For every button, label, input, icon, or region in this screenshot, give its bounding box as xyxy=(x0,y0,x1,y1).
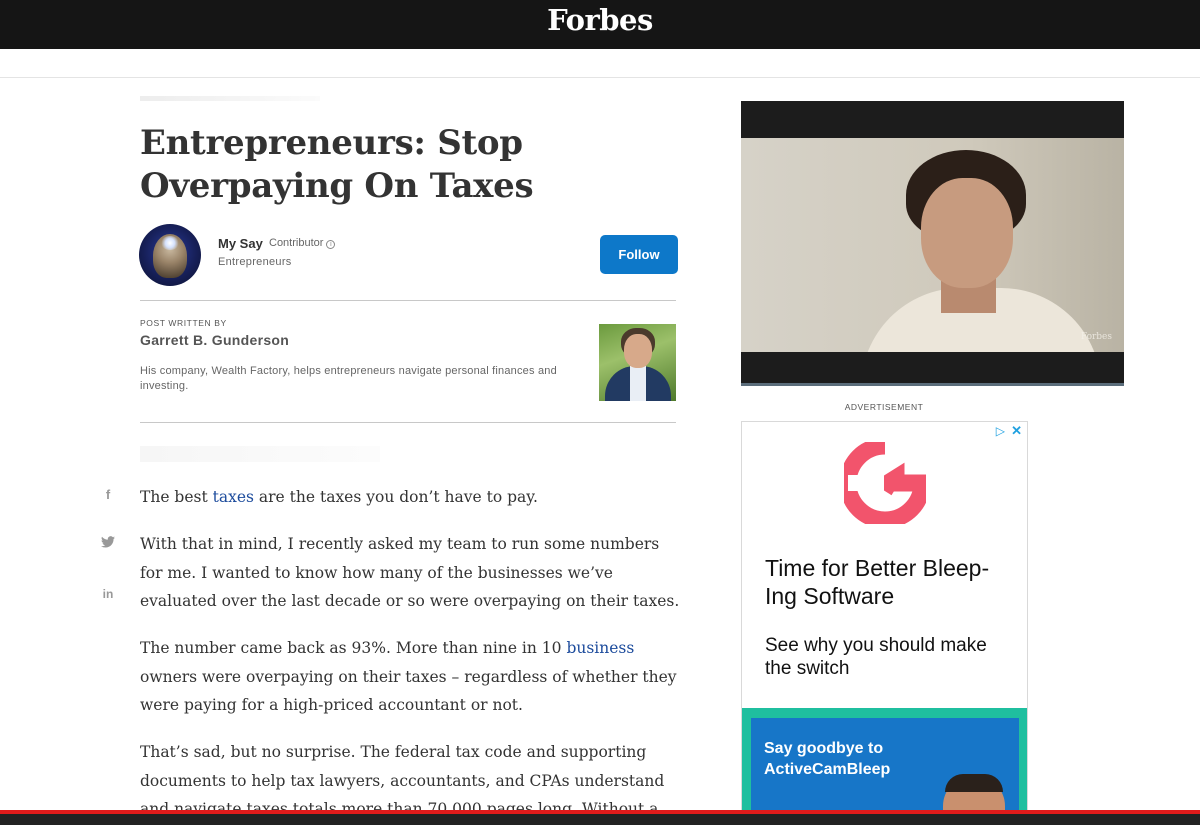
faded-strip xyxy=(140,446,380,462)
post-written-by-label: POST WRITTEN BY xyxy=(140,318,227,328)
close-icon[interactable]: ✕ xyxy=(1011,423,1022,439)
video-watermark: Forbes xyxy=(1080,332,1112,342)
channel-name[interactable]: My Say xyxy=(218,236,263,251)
ad-banner-line-1: Say goodbye to xyxy=(764,740,884,757)
ad-unit[interactable]: ▷ ✕ Time for Better Bleep-Ing Software S… xyxy=(741,421,1028,816)
ad-choices-icon[interactable]: ▷ xyxy=(996,424,1005,438)
video-progress-bar[interactable] xyxy=(741,383,1124,386)
linkedin-share-icon[interactable]: in xyxy=(98,587,118,601)
channel-avatar[interactable] xyxy=(139,224,201,286)
divider xyxy=(140,300,676,301)
facebook-share-icon[interactable]: f xyxy=(98,487,118,502)
article-title: Entrepreneurs: Stop Overpaying On Taxes xyxy=(140,123,534,206)
taxes-link[interactable]: taxes xyxy=(213,488,254,506)
ad-subhead[interactable]: See why you should make the switch xyxy=(765,634,1015,680)
business-link[interactable]: business xyxy=(566,639,634,657)
advertisement-label: ADVERTISEMENT xyxy=(844,402,924,412)
article-paragraph-3: The number came back as 93%. More than n… xyxy=(140,639,677,714)
twitter-share-icon[interactable] xyxy=(98,535,118,551)
contributor-role: Contributor xyxy=(269,237,324,249)
info-icon[interactable]: i xyxy=(326,240,336,249)
ad-brand-logo-icon xyxy=(844,442,926,524)
article-paragraph-1: The best taxes are the taxes you don’t h… xyxy=(140,488,538,506)
author-photo[interactable] xyxy=(599,324,676,401)
contributor-label: Contributor i xyxy=(269,237,336,249)
forbes-logo[interactable]: Forbes xyxy=(0,3,1200,37)
author-name[interactable]: Garrett B. Gunderson xyxy=(140,332,289,348)
ad-banner-line-2: ActiveCamBleep xyxy=(764,761,891,778)
sub-navbar xyxy=(0,49,1200,78)
author-bio: His company, Wealth Factory, helps entre… xyxy=(140,365,557,392)
top-navbar: Forbes xyxy=(0,0,1200,49)
faded-header-strip xyxy=(140,96,320,101)
video-player[interactable]: Forbes xyxy=(741,101,1124,386)
ad-headline[interactable]: Time for Better Bleep-Ing Software xyxy=(765,554,1015,610)
bottom-bar xyxy=(0,814,1200,825)
channel-category[interactable]: Entrepreneurs xyxy=(218,256,292,268)
divider xyxy=(140,422,676,423)
ad-banner[interactable]: Say goodbye to ActiveCamBleep xyxy=(742,708,1027,815)
article-paragraph-2: With that in mind, I recently asked my t… xyxy=(140,535,680,610)
follow-button[interactable]: Follow xyxy=(600,235,678,274)
video-frame[interactable]: Forbes xyxy=(741,138,1124,352)
